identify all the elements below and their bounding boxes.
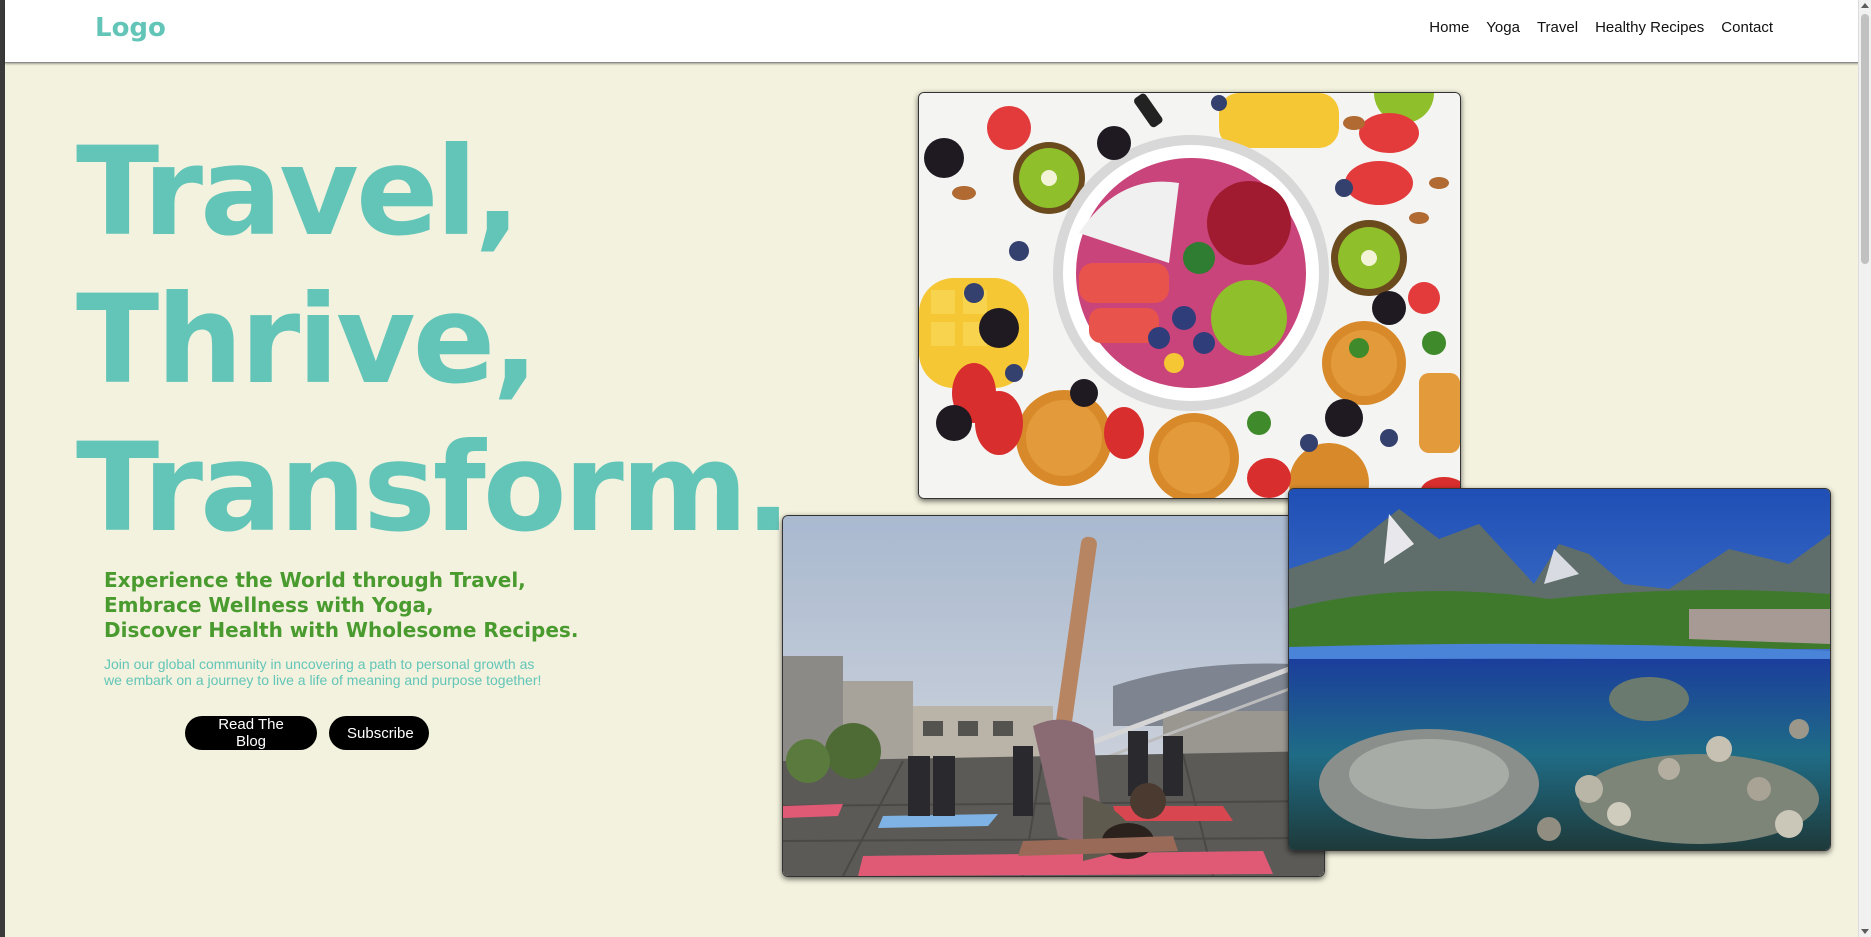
logo[interactable]: Logo — [95, 13, 166, 43]
nav-link-contact[interactable]: Contact — [1721, 19, 1773, 36]
tagline-line-yoga: Embrace Wellness with Yoga, — [104, 593, 434, 617]
tagline-line-travel: Experience the World through Travel, — [104, 568, 526, 592]
window-left-edge — [0, 0, 5, 937]
fruit-bowl-image — [918, 92, 1461, 499]
hero-title-line-thrive: Thrive, — [76, 269, 539, 411]
description-line-2: we embark on a journey to live a life of… — [104, 672, 542, 688]
hero-tagline: Experience the World through Travel, Emb… — [104, 568, 578, 643]
rooftop-yoga-image — [782, 515, 1325, 877]
mountain-lake-image — [1288, 488, 1831, 851]
nav-link-healthy-recipes[interactable]: Healthy Recipes — [1595, 19, 1704, 36]
nav-link-travel[interactable]: Travel — [1537, 19, 1578, 36]
subscribe-button[interactable]: Subscribe — [329, 716, 429, 750]
hero-description: Join our global community in uncovering … — [104, 656, 574, 688]
description-line-1: Join our global community in uncovering … — [104, 656, 535, 672]
hero-title-line-travel: Travel, — [76, 121, 521, 263]
page: Logo Home Yoga Travel Healthy Recipes Co… — [0, 0, 1871, 937]
scroll-thumb[interactable] — [1861, 14, 1869, 264]
tagline-line-recipes: Discover Health with Wholesome Recipes. — [104, 618, 579, 642]
nav-links: Home Yoga Travel Healthy Recipes Contact — [1429, 19, 1773, 36]
nav-link-home[interactable]: Home — [1429, 19, 1469, 36]
navbar: Logo Home Yoga Travel Healthy Recipes Co… — [5, 0, 1859, 63]
hero-title: Travel, Thrive, Transform. — [76, 118, 791, 562]
scroll-down-arrow-icon[interactable] — [1861, 929, 1869, 934]
scroll-up-arrow-icon[interactable] — [1861, 3, 1869, 8]
page-scrollbar[interactable] — [1858, 0, 1871, 937]
hero-title-line-transform: Transform. — [76, 417, 791, 559]
read-the-blog-button[interactable]: Read The Blog — [185, 716, 317, 750]
nav-link-yoga[interactable]: Yoga — [1486, 19, 1520, 36]
